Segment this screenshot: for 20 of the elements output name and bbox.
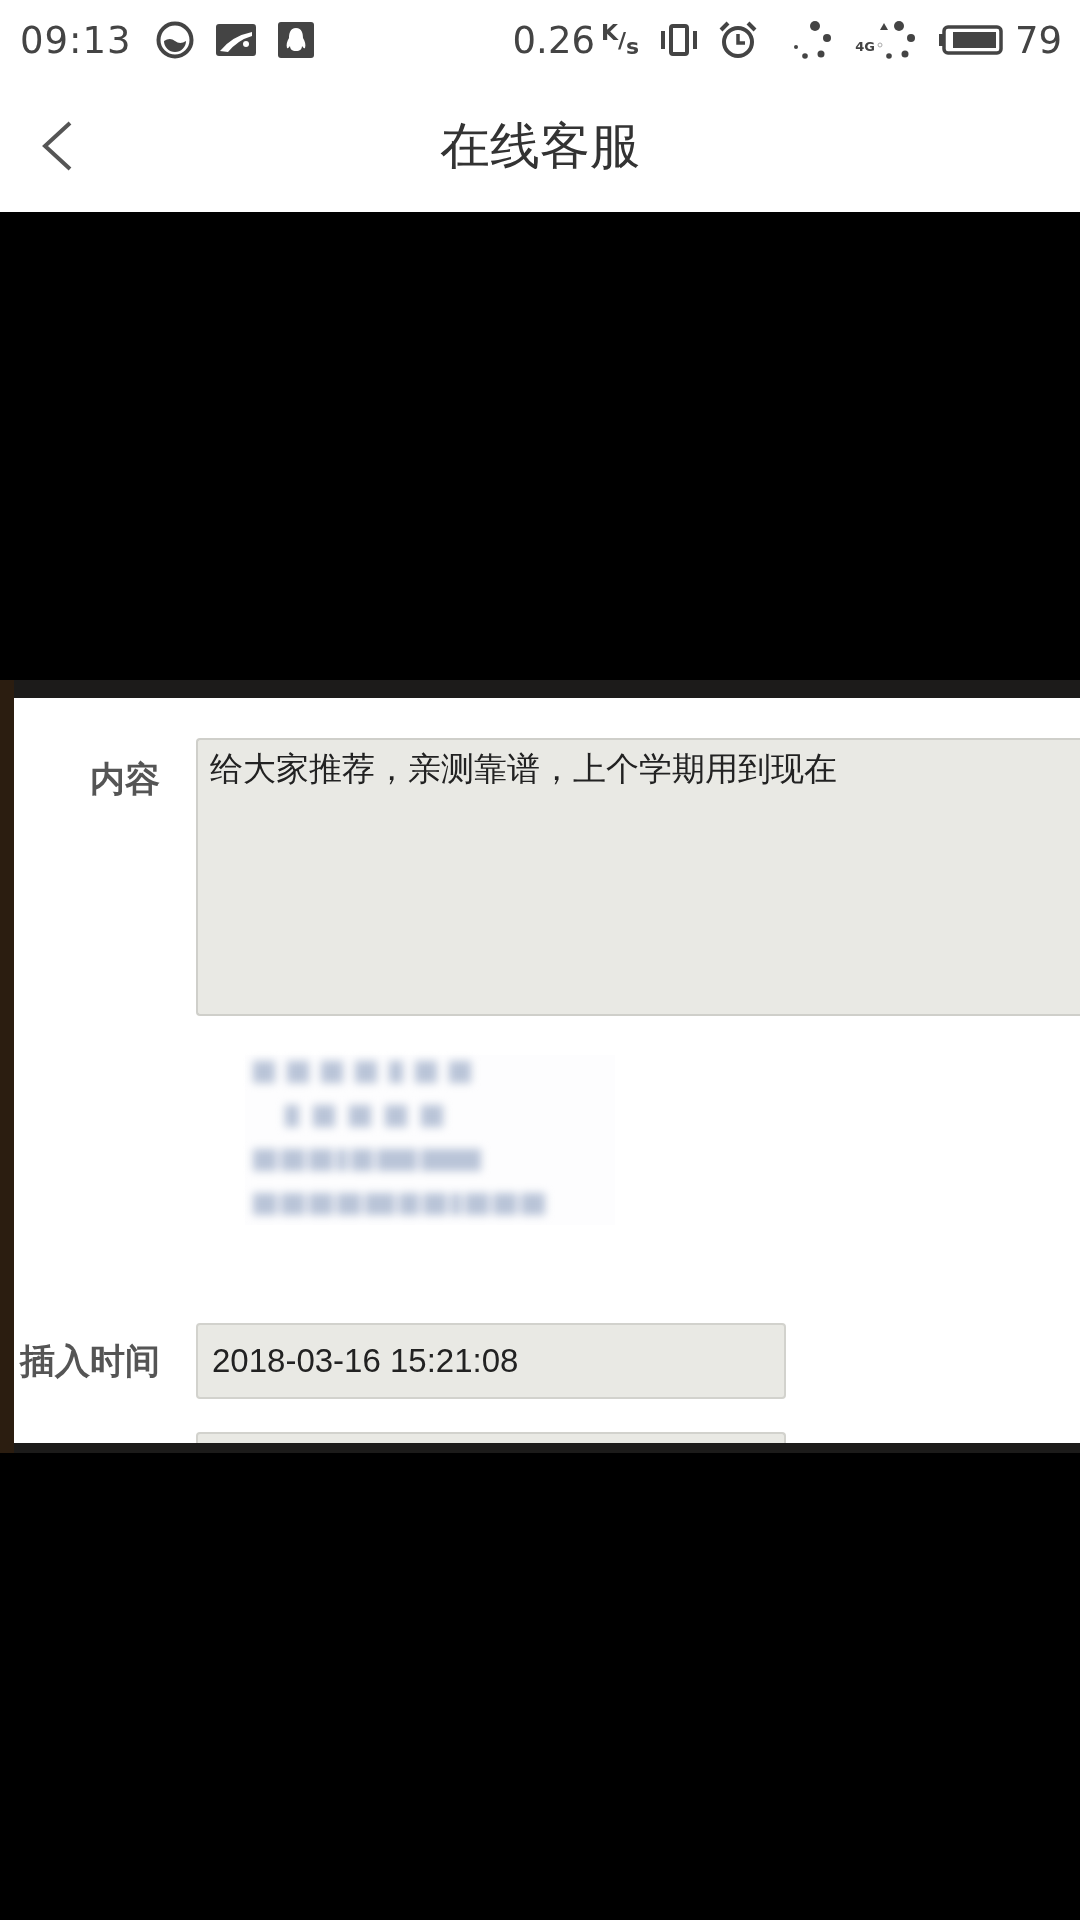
image-icon: [215, 24, 256, 56]
back-button[interactable]: [40, 120, 74, 172]
clock-time: 09:13: [20, 21, 132, 59]
circle-wave-icon: [155, 21, 194, 59]
signal-dots-icon: [793, 20, 834, 60]
field-label: 内容: [90, 758, 160, 800]
signal-dots-icon: [876, 20, 917, 60]
content-text: 给大家推荐，亲测靠谱，上个学期用到现在: [210, 749, 837, 788]
field-label: 插入时间: [20, 1340, 160, 1382]
network-type: 4G: [855, 40, 875, 53]
content-textarea[interactable]: 给大家推荐，亲测靠谱，上个学期用到现在: [196, 738, 1080, 1016]
penguin-icon: [277, 22, 314, 58]
vibrate-icon: [661, 24, 698, 56]
page-title: 在线客服: [440, 121, 640, 171]
alarm-clock-icon: [719, 21, 758, 59]
battery-percent: 79: [1014, 21, 1062, 59]
battery-icon: [938, 25, 1003, 55]
network-speed: 0.26: [512, 21, 595, 59]
input-field[interactable]: 2018-03-16 15:21:08: [196, 1323, 786, 1399]
input-field[interactable]: [196, 1432, 786, 1443]
